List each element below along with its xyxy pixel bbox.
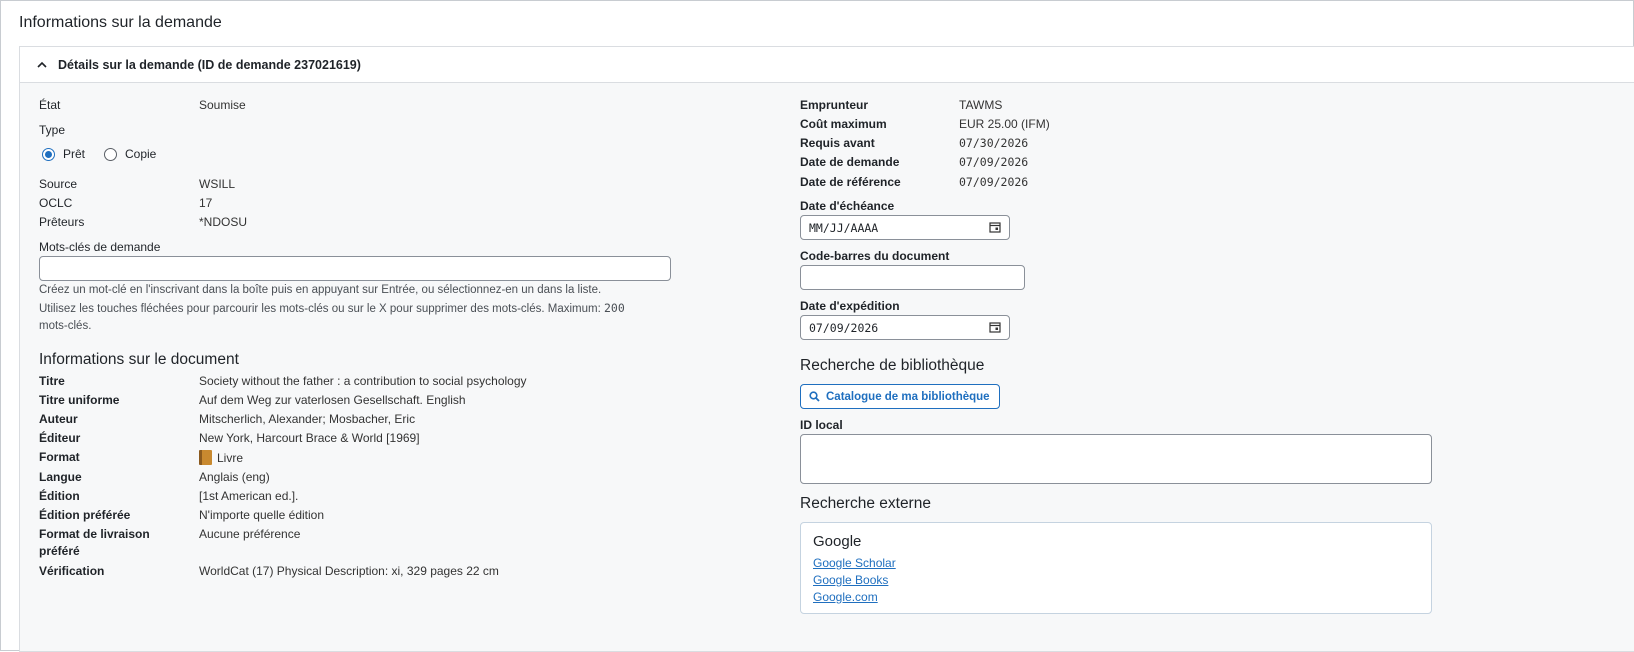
titre-value: Society without the father : a contribut… [199,374,527,388]
edition-label: Édition [39,489,80,503]
langue-label: Langue [39,470,82,484]
verification-value: WorldCat (17) Physical Description: xi, … [199,564,499,578]
code-barres-label: Code-barres du document [800,249,950,263]
cout-max-amount: EUR 25.00 [959,117,1018,131]
preteurs-value: *NDOSU [199,215,248,229]
type-radio-copie[interactable]: Copie [104,147,156,161]
id-local-input[interactable] [800,434,1432,484]
keywords-input[interactable] [39,256,671,281]
date-expedition-label: Date d'expédition [800,299,900,313]
requis-avant-label: Requis avant [800,136,875,150]
page-frame: Informations sur la demande Détails sur … [0,0,1634,652]
format-value: Livre [199,450,243,465]
page-title: Informations sur la demande [19,14,222,31]
editeur-value: New York, Harcourt Brace & World [1969] [199,431,420,445]
date-reference-value: 07/09/2026 [959,175,1029,189]
google-scholar-link[interactable]: Google Scholar [813,556,896,570]
catalogue-button-label: Catalogue de ma bibliothèque [826,390,990,403]
oclc-label: OCLC [39,196,73,210]
format-livraison-value: Aucune préférence [199,527,301,541]
recherche-bib-title: Recherche de bibliothèque [800,357,985,374]
requis-avant-value: 07/30/2026 [959,136,1029,150]
book-icon [199,450,212,465]
code-barres-input[interactable] [800,265,1025,290]
format-livraison-label-2: préféré [39,544,80,558]
langue-value: Anglais (eng) [199,470,270,484]
date-expedition-value: 07/09/2026 [809,320,879,335]
keywords-help: Créez un mot-clé en l'inscrivant dans la… [39,282,689,336]
google-com-link[interactable]: Google.com [813,590,878,604]
oclc-value: 17 [199,196,213,210]
emprunteur-label: Emprunteur [800,98,869,112]
edition-value: [1st American ed.]. [199,489,299,503]
titre-uniforme-label: Titre uniforme [39,393,120,407]
source-value: WSILL [199,177,236,191]
keywords-label: Mots-clés de demande [39,240,161,254]
date-demande-value: 07/09/2026 [959,155,1029,169]
titre-uniforme-value: Auf dem Weg zur vaterlosen Gesellschaft.… [199,393,466,407]
edition-preferee-label: Édition préférée [39,508,131,522]
date-expedition-input[interactable]: 07/09/2026 [800,315,1010,340]
titre-label: Titre [39,374,65,388]
search-icon [809,391,820,402]
google-books-link[interactable]: Google Books [813,573,888,587]
panel-title: Détails sur la demande (ID de demande 23… [58,57,361,72]
help-line-3: mots-clés. [39,320,92,332]
panel-toggle[interactable]: Détails sur la demande (ID de demande 23… [20,47,1634,83]
radio-selected-icon [42,147,55,161]
auteur-value: Mitscherlich, Alexander; Mosbacher, Eric [199,412,416,426]
format-livraison-label-1: Format de livraison [39,527,150,541]
etat-label: État [39,98,61,112]
google-search-box: Google Google Scholar Google Books Googl… [800,522,1432,614]
editeur-label: Éditeur [39,431,81,445]
etat-value: Soumise [199,98,246,112]
radio-unselected-icon [104,147,117,161]
doc-section-title: Informations sur le document [39,351,239,368]
cout-max-unit: (IFM) [1017,117,1050,131]
id-local-label: ID local [800,418,843,432]
radio-label: Prêt [63,147,86,161]
help-line-2: Utilisez les touches fléchées pour parco… [39,300,689,319]
date-echeance-input[interactable]: MM/JJ/AAAA [800,215,1010,240]
date-echeance-placeholder: MM/JJ/AAAA [809,220,879,235]
request-details-panel: Détails sur la demande (ID de demande 23… [19,46,1634,652]
help-max-value: 200 [603,300,625,315]
date-reference-label: Date de référence [800,175,901,189]
format-value-text: Livre [217,451,244,465]
help-line-2-text: Utilisez les touches fléchées pour parco… [39,302,604,315]
cout-max-label: Coût maximum [800,117,887,131]
catalogue-button[interactable]: Catalogue de ma bibliothèque [800,384,1000,409]
date-demande-label: Date de demande [800,155,900,169]
google-title: Google [813,533,862,550]
calendar-icon[interactable] [989,321,1001,333]
preteurs-label: Prêteurs [39,215,85,229]
help-line-1: Créez un mot-clé en l'inscrivant dans la… [39,284,602,296]
type-radio-pret[interactable]: Prêt [42,147,85,161]
cout-max-value: EUR 25.00 (IFM) [959,117,1050,131]
source-label: Source [39,177,78,191]
emprunteur-value: TAWMS [959,98,1003,112]
edition-preferee-value: N'importe quelle édition [199,508,325,522]
type-label: Type [39,123,66,137]
chevron-up-icon [37,61,47,68]
verification-label: Vérification [39,564,105,578]
calendar-icon[interactable] [989,221,1001,233]
format-label: Format [39,450,80,464]
radio-label: Copie [125,147,157,161]
auteur-label: Auteur [39,412,78,426]
recherche-ext-title: Recherche externe [800,495,931,512]
date-echeance-label: Date d'échéance [800,199,895,213]
